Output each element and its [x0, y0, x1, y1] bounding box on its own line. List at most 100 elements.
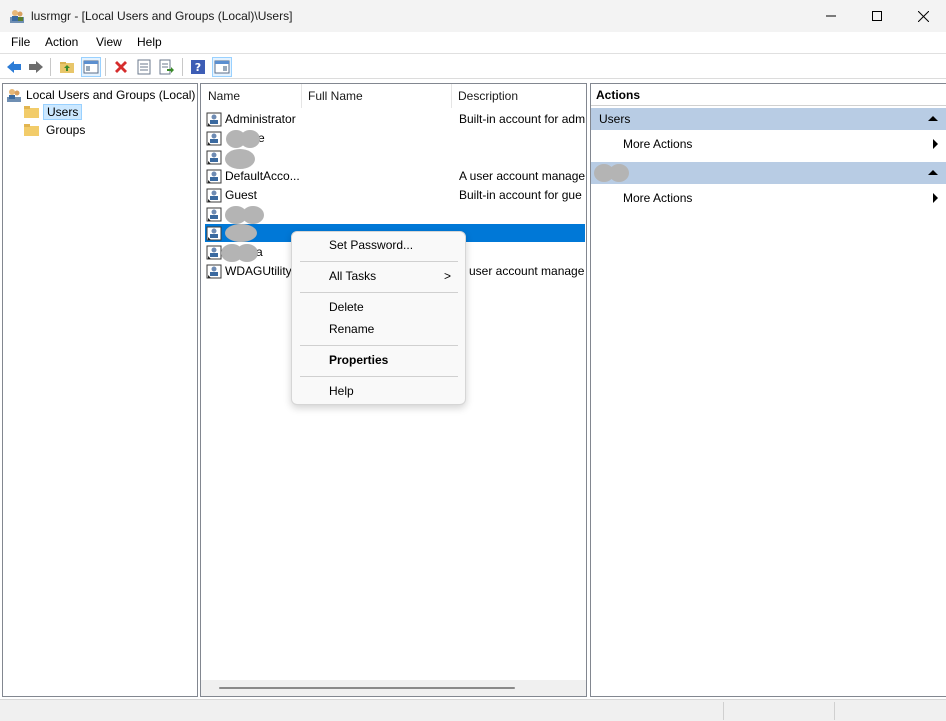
column-header-description[interactable]: Description [452, 84, 586, 108]
forward-button[interactable] [26, 57, 46, 77]
redacted-blur [242, 206, 264, 224]
minimize-button[interactable] [808, 0, 854, 32]
redacted-blur [236, 244, 258, 262]
menu-view[interactable]: View [96, 35, 122, 49]
up-folder-button[interactable] [57, 57, 77, 77]
delete-label: Delete [329, 300, 364, 314]
title-bar[interactable]: lusrmgr - [Local Users and Groups (Local… [0, 0, 946, 32]
more-actions-users[interactable]: More Actions [591, 134, 946, 154]
cell-description: A user account manage [459, 169, 585, 183]
show-hide-action-pane-button[interactable] [212, 57, 232, 77]
cell-description: Built-in account for adm [459, 112, 585, 126]
column-header-full-name[interactable]: Full Name [302, 84, 452, 108]
user-icon [206, 226, 222, 241]
submenu-arrow-icon [933, 193, 938, 203]
user-icon [206, 188, 222, 203]
properties-icon [137, 59, 151, 75]
table-row[interactable]: e [205, 129, 585, 148]
properties-label: Properties [329, 353, 389, 367]
back-button[interactable] [4, 57, 24, 77]
table-row[interactable]: DefaultAcco... A user account manage [205, 167, 585, 185]
tree-node-root[interactable]: Local Users and Groups (Local) [6, 87, 195, 103]
maximize-icon [872, 11, 882, 21]
submenu-arrow-icon [933, 139, 938, 149]
forward-icon [29, 61, 43, 73]
up-folder-icon [60, 62, 74, 73]
redacted-blur [240, 130, 260, 148]
cell-name: WDAGUtility [225, 264, 292, 278]
menu-item-set-password[interactable]: Set Password... [292, 234, 465, 256]
table-row[interactable]: Guest Built-in account for gue [205, 186, 585, 204]
rename-label: Rename [329, 322, 375, 336]
delete-button[interactable] [111, 57, 131, 77]
more-actions-label: More Actions [623, 137, 693, 151]
toolbar: ? [0, 53, 946, 79]
context-menu: Set Password... All Tasks > Delete Renam… [291, 231, 466, 405]
folder-icon [24, 106, 39, 118]
maximize-button[interactable] [854, 0, 900, 32]
cell-name: e [258, 131, 265, 145]
menu-item-properties[interactable]: Properties [292, 349, 465, 371]
cell-name: DefaultAcco... [225, 169, 300, 183]
table-row[interactable] [205, 148, 585, 169]
redacted-blur [225, 149, 255, 169]
help-button[interactable]: ? [188, 57, 208, 77]
cell-name: Guest [225, 188, 258, 202]
more-actions-label: More Actions [623, 191, 693, 205]
menu-file[interactable]: File [11, 35, 30, 49]
export-list-icon [159, 59, 174, 75]
table-row[interactable]: Administrator Built-in account for adm [205, 110, 585, 128]
menu-item-rename[interactable]: Rename [292, 318, 465, 340]
menu-action[interactable]: Action [45, 35, 78, 49]
folder-icon [24, 124, 39, 136]
table-row[interactable] [205, 205, 585, 224]
collapse-icon[interactable] [928, 170, 938, 175]
menu-help[interactable]: Help [137, 35, 162, 49]
delete-icon [115, 61, 127, 73]
cell-description: user account manage [469, 264, 585, 278]
user-icon [206, 245, 222, 260]
chevron-right-icon: > [443, 269, 451, 283]
column-header-name[interactable]: Name [202, 84, 302, 108]
help-label: Help [329, 384, 354, 398]
set-password-label: Set Password... [329, 238, 414, 252]
redacted-blur [609, 164, 629, 182]
actions-header: Actions [591, 84, 946, 106]
menu-item-delete[interactable]: Delete [292, 296, 465, 318]
redacted-blur [225, 224, 257, 242]
show-hide-tree-button[interactable] [81, 57, 101, 77]
horizontal-scrollbar[interactable] [201, 680, 586, 696]
window-title: lusrmgr - [Local Users and Groups (Local… [31, 9, 293, 23]
tree-node-users[interactable]: Users [24, 104, 83, 120]
scrollbar-thumb[interactable] [219, 687, 515, 689]
collapse-icon[interactable] [928, 116, 938, 121]
properties-button[interactable] [134, 57, 154, 77]
menu-bar: File Action View Help [0, 32, 946, 52]
tree-root-label: Local Users and Groups (Local) [26, 88, 196, 102]
mmc-window: lusrmgr - [Local Users and Groups (Local… [0, 0, 946, 721]
actions-group-users[interactable]: Users [591, 108, 946, 130]
menu-item-all-tasks[interactable]: All Tasks > [292, 265, 465, 287]
users-app-icon [10, 10, 24, 23]
users-groups-icon [7, 89, 21, 102]
tree-label-groups: Groups [46, 123, 86, 137]
user-icon [206, 169, 222, 184]
menu-item-help[interactable]: Help [292, 380, 465, 402]
export-list-button[interactable] [157, 57, 177, 77]
tree-node-groups[interactable]: Groups [24, 122, 88, 138]
more-actions-selected-user[interactable]: More Actions [591, 188, 946, 208]
user-icon [206, 112, 222, 127]
close-icon [917, 10, 929, 22]
cell-description: Built-in account for gue [459, 188, 582, 202]
status-bar [0, 699, 946, 721]
show-hide-action-pane-icon [214, 60, 230, 74]
actions-group-selected-user[interactable] [591, 162, 946, 184]
svg-text:?: ? [195, 61, 201, 74]
tree-label-users: Users [43, 104, 83, 120]
cell-name: Administrator [225, 112, 296, 126]
actions-pane: Actions Users More Actions More Actions [590, 83, 946, 697]
show-hide-tree-icon [83, 60, 99, 74]
user-icon [206, 264, 222, 279]
user-icon [206, 150, 222, 165]
close-button[interactable] [900, 0, 946, 32]
